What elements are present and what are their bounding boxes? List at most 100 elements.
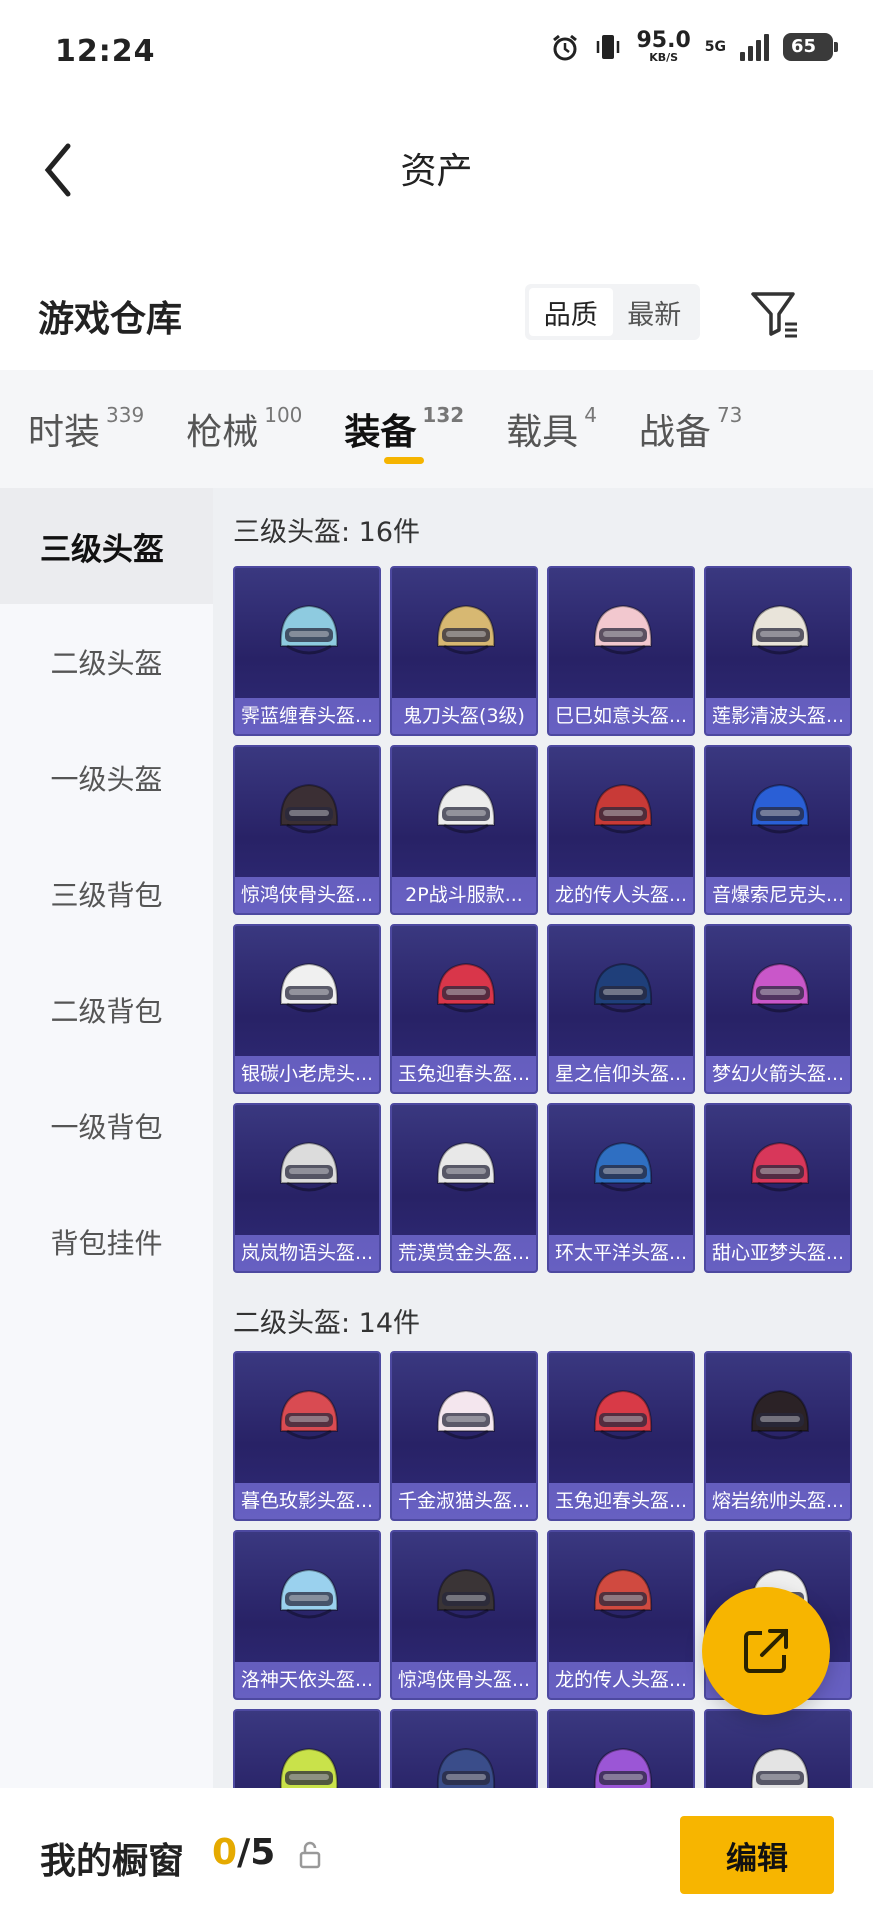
sidebar-item[interactable]: 二级背包 (0, 952, 213, 1068)
tab-label: 载具 (506, 412, 579, 453)
sort-latest-button[interactable]: 最新 (613, 288, 697, 336)
sidebar-item[interactable]: 背包挂件 (0, 1184, 213, 1300)
item-card[interactable]: 岚岚物语头盔... (233, 1103, 381, 1273)
helmet-icon (279, 1389, 339, 1440)
helmet-icon (593, 962, 653, 1013)
helmet-icon (436, 783, 496, 834)
helmet-icon (593, 604, 653, 655)
tab-1[interactable]: 枪械 100 (186, 370, 302, 488)
network-type: 5G (704, 38, 726, 55)
item-grid: 霁蓝缠春头盔... 鬼刀头盔(3级) 巳巳如意头盔... 莲影清波头盔... 惊… (213, 566, 873, 1273)
item-name: 玉兔迎春头盔... (549, 1483, 693, 1519)
item-card[interactable] (390, 1709, 538, 1788)
item-card[interactable]: 环太平洋头盔... (547, 1103, 695, 1273)
tab-2[interactable]: 装备 132 (344, 370, 464, 488)
item-name: 惊鸿侠骨头盔... (235, 877, 379, 913)
item-card[interactable]: 玉兔迎春头盔... (547, 1351, 695, 1521)
external-link-icon (744, 1629, 788, 1673)
item-card[interactable]: 玉兔迎春头盔... (390, 924, 538, 1094)
item-name: 荒漠赏金头盔... (392, 1235, 536, 1271)
item-name: 千金淑猫头盔... (392, 1483, 536, 1519)
status-time: 12:24 (55, 34, 156, 69)
filter-icon[interactable] (745, 284, 805, 344)
showcase-bar: 我的橱窗 0/5 编辑 (0, 1788, 873, 1920)
item-card[interactable]: 银碳小老虎头... (233, 924, 381, 1094)
item-name: 岚岚物语头盔... (235, 1235, 379, 1271)
item-name: 玉兔迎春头盔... (392, 1056, 536, 1092)
sort-quality-button[interactable]: 品质 (529, 288, 613, 336)
helmet-icon (279, 962, 339, 1013)
helmet-icon (279, 783, 339, 834)
edit-button[interactable]: 编辑 (680, 1816, 834, 1894)
item-card[interactable]: 星之信仰头盔... (547, 924, 695, 1094)
item-grid: 暮色玫影头盔... 千金淑猫头盔... 玉兔迎春头盔... 熔岩统帅头盔... … (213, 1351, 873, 1788)
item-card[interactable]: 荒漠赏金头盔... (390, 1103, 538, 1273)
item-card[interactable]: 霁蓝缠春头盔... (233, 566, 381, 736)
item-card[interactable]: 甜心亚梦头盔... (704, 1103, 852, 1273)
helmet-icon (593, 1568, 653, 1619)
helmet-icon (436, 1141, 496, 1192)
item-card[interactable] (547, 1709, 695, 1788)
battery-icon: 65 (783, 32, 838, 61)
item-name: 熔岩统帅头盔... (706, 1483, 850, 1519)
item-card[interactable] (704, 1709, 852, 1788)
item-card[interactable]: 鬼刀头盔(3级) (390, 566, 538, 736)
helmet-icon (750, 1141, 810, 1192)
section-title: 二级头盔: 14件 (233, 1308, 421, 1339)
item-name: 鬼刀头盔(3级) (392, 698, 536, 734)
lock-icon (299, 1841, 321, 1869)
item-name: 音爆索尼克头... (706, 877, 850, 913)
item-name: 霁蓝缠春头盔... (235, 698, 379, 734)
helmet-icon (436, 1389, 496, 1440)
sidebar-item[interactable]: 三级背包 (0, 836, 213, 952)
item-name: 环太平洋头盔... (549, 1235, 693, 1271)
vibrate-icon (597, 34, 620, 59)
item-card[interactable]: 熔岩统帅头盔... (704, 1351, 852, 1521)
item-name: 梦幻火箭头盔... (706, 1056, 850, 1092)
tab-4[interactable]: 战备 73 (639, 370, 742, 488)
page-title: 资产 (400, 151, 473, 192)
section-title: 三级头盔: 16件 (233, 517, 421, 548)
item-card[interactable]: 洛神天依头盔... (233, 1530, 381, 1700)
warehouse-title: 游戏仓库 (38, 299, 183, 340)
item-card[interactable]: 2P战斗服款... (390, 745, 538, 915)
item-card[interactable]: 龙的传人头盔... (547, 1530, 695, 1700)
sidebar-item[interactable]: 二级头盔 (0, 604, 213, 720)
helmet-icon (750, 783, 810, 834)
item-name: 莲影清波头盔... (706, 698, 850, 734)
helmet-icon (436, 962, 496, 1013)
item-card[interactable]: 梦幻火箭头盔... (704, 924, 852, 1094)
item-card[interactable]: 惊鸿侠骨头盔... (233, 745, 381, 915)
item-name: 2P战斗服款... (392, 877, 536, 913)
item-card[interactable]: 暮色玫影头盔... (233, 1351, 381, 1521)
tab-label: 时装 (28, 412, 101, 453)
item-name: 洛神天依头盔... (235, 1662, 379, 1698)
item-name: 银碳小老虎头... (235, 1056, 379, 1092)
sort-toggle: 品质 最新 (525, 284, 700, 340)
helmet-icon (750, 962, 810, 1013)
item-card[interactable]: 音爆索尼克头... (704, 745, 852, 915)
item-name: 暮色玫影头盔... (235, 1483, 379, 1519)
tab-count: 339 (106, 403, 145, 427)
item-card[interactable]: 莲影清波头盔... (704, 566, 852, 736)
sidebar-item[interactable]: 一级背包 (0, 1068, 213, 1184)
item-card[interactable]: 千金淑猫头盔... (390, 1351, 538, 1521)
item-card[interactable]: 龙的传人头盔... (547, 745, 695, 915)
item-card[interactable]: 惊鸿侠骨头盔... (390, 1530, 538, 1700)
helmet-icon (279, 1141, 339, 1192)
tab-label: 枪械 (186, 412, 259, 453)
item-card[interactable]: 巳巳如意头盔... (547, 566, 695, 736)
sidebar-item[interactable]: 一级头盔 (0, 720, 213, 836)
helmet-icon (593, 1141, 653, 1192)
helmet-icon (750, 1747, 810, 1788)
sidebar-item[interactable]: 三级头盔 (0, 488, 213, 604)
status-bar: 12:24 95.0 KB/S 5G 65 (0, 0, 873, 100)
tab-3[interactable]: 载具 4 (506, 370, 597, 488)
item-card[interactable] (233, 1709, 381, 1788)
item-name: 龙的传人头盔... (549, 877, 693, 913)
tab-0[interactable]: 时装 339 (28, 370, 144, 488)
item-name: 惊鸿侠骨头盔... (392, 1662, 536, 1698)
share-button[interactable] (702, 1587, 830, 1715)
signal-icon (740, 33, 769, 61)
item-name: 巳巳如意头盔... (549, 698, 693, 734)
